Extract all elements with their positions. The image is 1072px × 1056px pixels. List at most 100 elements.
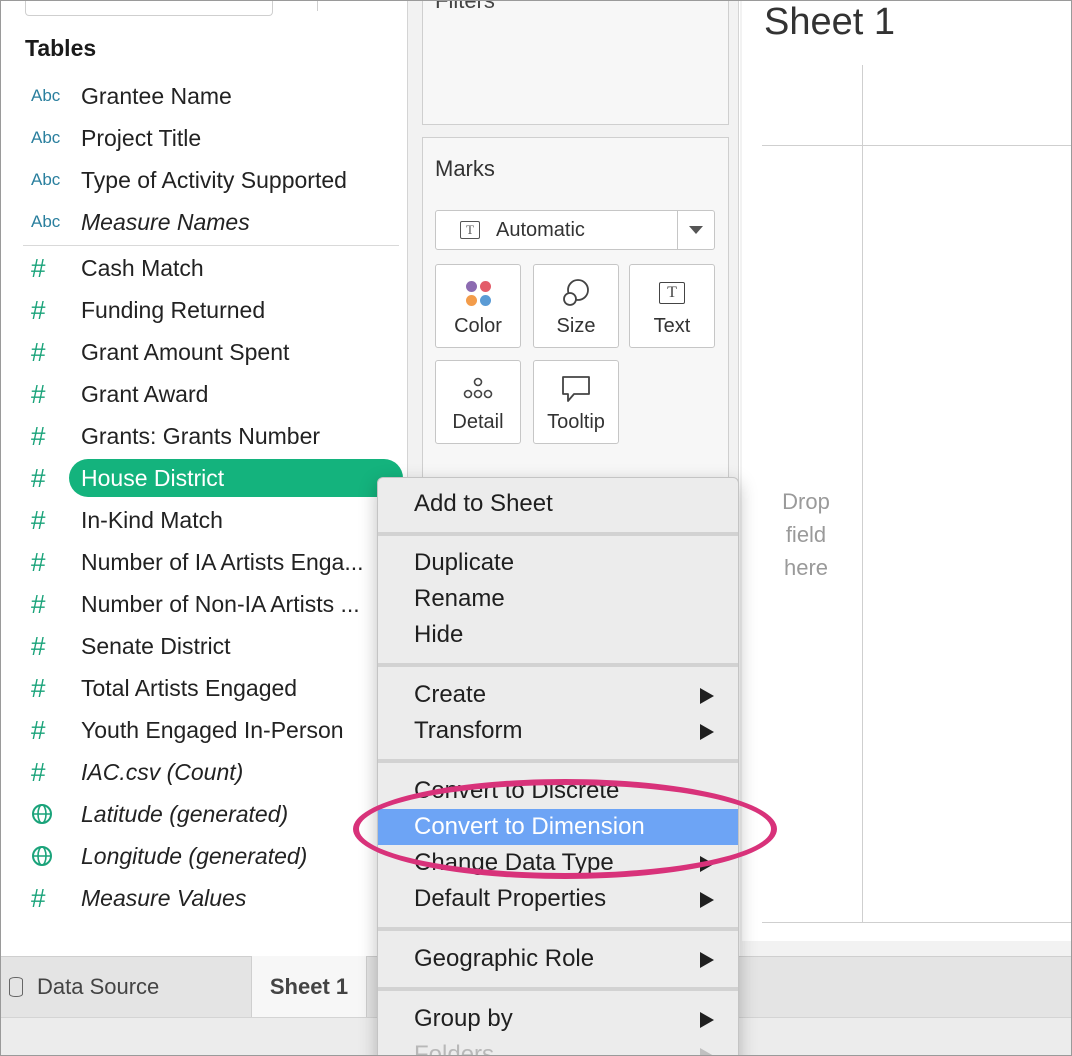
submenu-arrow-icon (700, 1048, 714, 1055)
menu-group-by[interactable]: Group by (378, 1001, 738, 1037)
tab-data-source[interactable]: Data Source (9, 957, 159, 1017)
menu-geographic-role[interactable]: Geographic Role (378, 941, 738, 977)
menu-convert-to-dimension[interactable]: Convert to Dimension (378, 809, 738, 845)
chevron-down-icon (689, 226, 703, 234)
detail-button[interactable]: Detail (435, 360, 521, 444)
drop-field-hint[interactable]: Drop field here (770, 485, 842, 584)
tooltip-label: Tooltip (547, 411, 605, 433)
color-button[interactable]: Color (435, 264, 521, 348)
number-icon: # (31, 882, 46, 913)
field-senate-district[interactable]: # Senate District (19, 627, 231, 665)
field-latitude[interactable]: Latitude (generated) (19, 795, 288, 833)
abc-icon: Abc (31, 170, 61, 189)
field-funding-returned[interactable]: # Funding Returned (19, 291, 265, 329)
detail-label: Detail (452, 411, 504, 433)
menu-transform[interactable]: Transform (378, 713, 738, 749)
field-label: Total Artists Engaged (81, 674, 298, 701)
field-non-ia-artists[interactable]: # Number of Non-IA Artists ... (19, 585, 360, 623)
menu-separator (378, 987, 738, 991)
field-grant-amount-spent[interactable]: # Grant Amount Spent (19, 333, 289, 371)
number-icon: # (31, 504, 46, 535)
drop-hint-line: Drop (782, 489, 830, 514)
submenu-arrow-icon (700, 856, 714, 872)
menu-change-data-type[interactable]: Change Data Type (378, 845, 738, 881)
worksheet-area[interactable]: Sheet 1 Drop field here (742, 1, 1071, 941)
tooltip-icon (560, 367, 592, 411)
field-youth-engaged[interactable]: # Youth Engaged In-Person (19, 711, 344, 749)
tables-heading: Tables (25, 35, 97, 61)
drop-hint-line: here (783, 555, 829, 580)
field-label: Project Title (81, 124, 202, 151)
globe-icon (19, 845, 81, 867)
field-in-kind-match[interactable]: # In-Kind Match (19, 501, 223, 539)
dimension-measure-separator (23, 245, 399, 246)
tableau-window: Tables Abc Grantee Name Abc Project Titl… (0, 0, 1072, 1056)
field-iac-count[interactable]: # IAC.csv (Count) (19, 753, 243, 791)
menu-rename[interactable]: Rename (378, 581, 738, 617)
text-button[interactable]: T Text (629, 264, 715, 348)
data-pane: Tables Abc Grantee Name Abc Project Titl… (5, 1, 408, 956)
field-label: Cash Match (81, 254, 204, 281)
field-label: Measure Names (81, 208, 250, 235)
number-icon: # (31, 462, 46, 493)
marks-card: Marks T Automatic Color Size T Text Deta… (422, 137, 729, 479)
dropdown-arrow[interactable] (677, 211, 714, 249)
number-icon: # (31, 546, 46, 577)
field-measure-values[interactable]: # Measure Values (19, 879, 246, 917)
field-total-artists-engaged[interactable]: # Total Artists Engaged (19, 669, 297, 707)
menu-hide[interactable]: Hide (378, 617, 738, 653)
size-button[interactable]: Size (533, 264, 619, 348)
menu-separator (378, 663, 738, 667)
menu-add-to-sheet[interactable]: Add to Sheet (378, 486, 738, 522)
menu-default-properties[interactable]: Default Properties (378, 881, 738, 917)
abc-icon: Abc (31, 128, 61, 147)
field-label: Latitude (generated) (81, 800, 289, 827)
menu-create[interactable]: Create (378, 677, 738, 713)
number-icon: # (31, 714, 46, 745)
field-longitude[interactable]: Longitude (generated) (19, 837, 307, 875)
field-cash-match[interactable]: # Cash Match (19, 249, 204, 287)
field-ia-artists-engaged[interactable]: # Number of IA Artists Enga... (19, 543, 364, 581)
field-label: Measure Values (81, 884, 247, 911)
number-icon: # (31, 672, 46, 703)
field-house-district[interactable]: # House District (19, 459, 403, 497)
menu-duplicate[interactable]: Duplicate (378, 545, 738, 581)
menu-folders[interactable]: Folders (378, 1037, 738, 1055)
sheet-title[interactable]: Sheet 1 (764, 1, 895, 44)
field-label: Grants: Grants Number (81, 422, 321, 449)
filters-shelf[interactable]: Filters (422, 0, 729, 125)
tooltip-button[interactable]: Tooltip (533, 360, 619, 444)
toolbar-divider (317, 1, 318, 11)
bottom-divider (762, 922, 1071, 923)
submenu-arrow-icon (700, 1012, 714, 1028)
color-label: Color (454, 315, 502, 337)
submenu-arrow-icon (700, 688, 714, 704)
field-grant-award[interactable]: # Grant Award (19, 375, 208, 413)
field-label: Type of Activity Supported (81, 166, 347, 193)
menu-separator (378, 759, 738, 763)
text-label: Text (653, 315, 691, 337)
menu-convert-to-discrete[interactable]: Convert to Discrete (378, 773, 738, 809)
field-label: Grant Award (81, 380, 209, 407)
submenu-arrow-icon (700, 952, 714, 968)
field-project-title[interactable]: Abc Project Title (19, 119, 201, 157)
tab-sheet-1[interactable]: Sheet 1 (251, 956, 367, 1017)
menu-separator (378, 532, 738, 536)
filters-label: Filters (435, 0, 495, 13)
field-measure-names[interactable]: Abc Measure Names (19, 203, 250, 241)
number-icon: # (31, 420, 46, 451)
field-grantee-name[interactable]: Abc Grantee Name (19, 77, 232, 115)
field-label: Youth Engaged In-Person (81, 716, 344, 743)
submenu-arrow-icon (700, 724, 714, 740)
database-icon (9, 977, 23, 997)
marks-label: Marks (435, 156, 495, 181)
number-icon: # (31, 294, 46, 325)
search-field[interactable] (25, 1, 273, 16)
mark-type-value: Automatic (496, 218, 585, 241)
globe-icon (19, 803, 81, 825)
field-grants-number[interactable]: # Grants: Grants Number (19, 417, 320, 455)
field-label: In-Kind Match (81, 506, 223, 533)
field-type-of-activity[interactable]: Abc Type of Activity Supported (19, 161, 347, 199)
mark-type-dropdown[interactable]: T Automatic (435, 210, 715, 250)
number-icon: # (31, 252, 46, 283)
